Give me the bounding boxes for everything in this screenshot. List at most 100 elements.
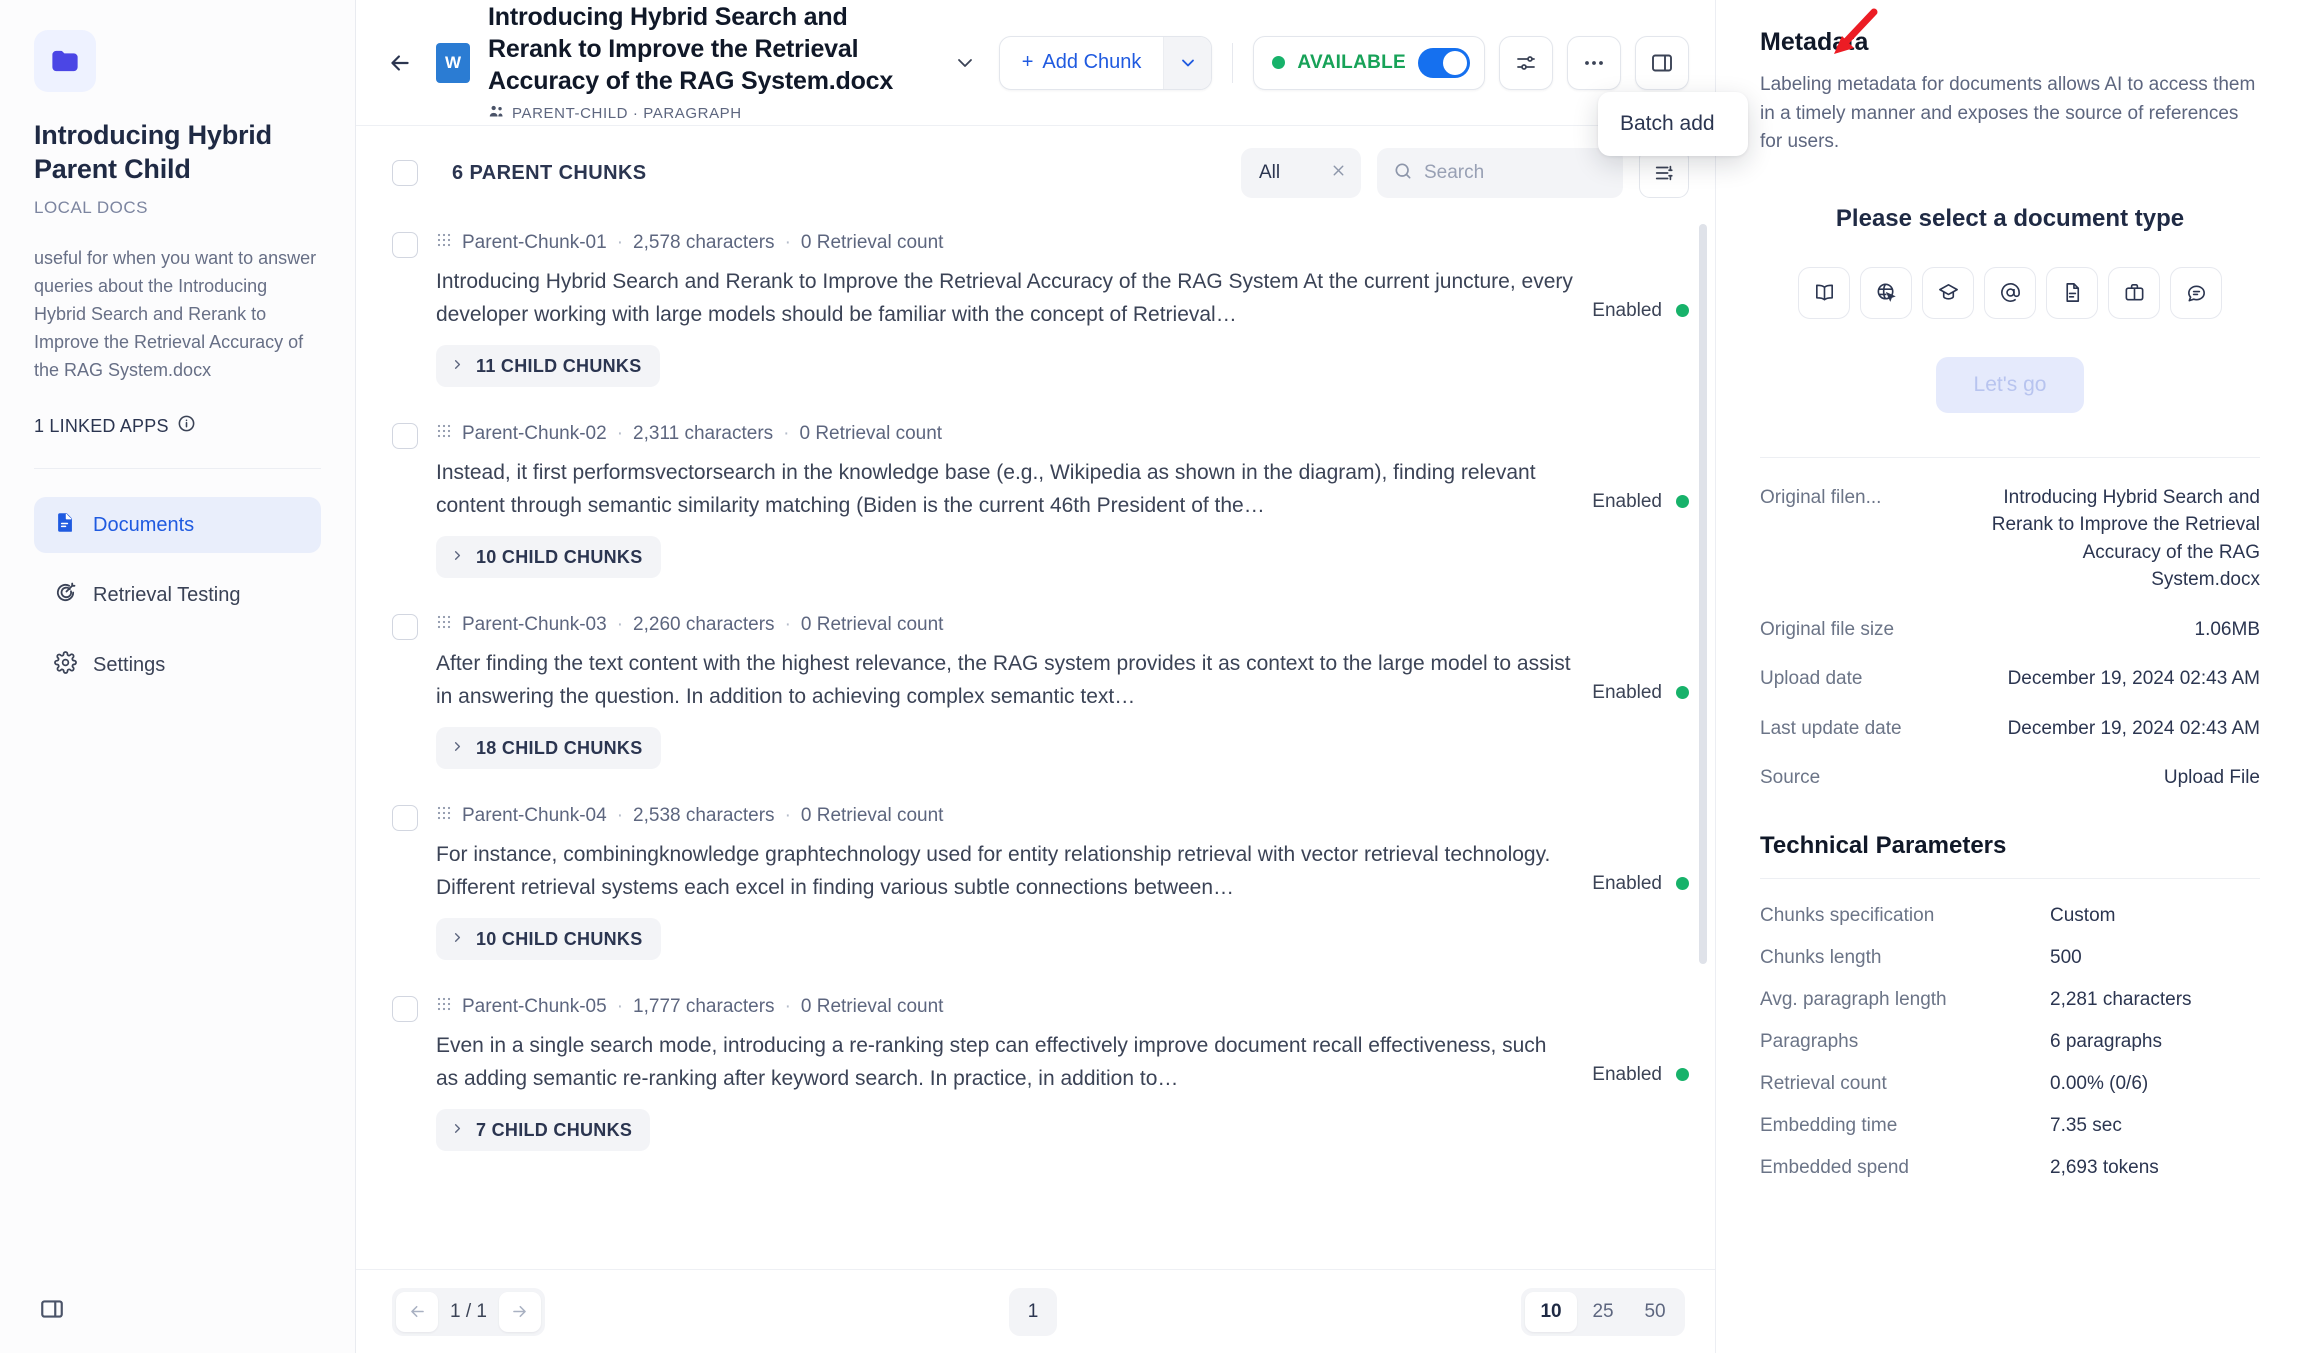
metadata-field-key: Upload date xyxy=(1760,668,1863,690)
chunk-body: Parent-Chunk-02 · 2,311 characters · 0 R… xyxy=(436,423,1574,579)
title-expand-chevron-down-icon[interactable] xyxy=(945,43,985,83)
sidebar-item-settings[interactable]: Settings xyxy=(34,637,321,693)
file-text-icon[interactable] xyxy=(2046,266,2098,319)
at-sign-icon[interactable] xyxy=(1984,266,2036,319)
chunk-retrieval-count: 0 Retrieval count xyxy=(799,423,943,445)
ellipsis-icon[interactable] xyxy=(1567,35,1621,90)
child-chunks-toggle[interactable]: 11 CHILD CHUNKS xyxy=(436,345,660,388)
right-panel-icon[interactable] xyxy=(1635,35,1689,90)
drag-handle-icon[interactable] xyxy=(436,423,452,445)
meta-sep: · xyxy=(784,996,791,1018)
globe-cursor-icon[interactable] xyxy=(1860,266,1912,319)
chunk-item[interactable]: Parent-Chunk-04 · 2,538 characters · 0 R… xyxy=(392,791,1689,982)
prev-page-arrow-left-icon[interactable] xyxy=(396,1291,438,1332)
meta-sep: · xyxy=(784,805,791,827)
child-chunks-toggle[interactable]: 10 CHILD CHUNKS xyxy=(436,536,661,579)
chunk-status[interactable]: Enabled xyxy=(1592,996,1689,1151)
metadata-field: Source Upload File xyxy=(1760,764,2260,792)
drag-handle-icon[interactable] xyxy=(436,805,452,827)
chunk-item[interactable]: Parent-Chunk-01 · 2,578 characters · 0 R… xyxy=(392,218,1689,409)
close-icon[interactable] xyxy=(1330,162,1347,184)
document-subtitle-label: PARENT-CHILD · PARAGRAPH xyxy=(512,105,742,122)
select-all-checkbox[interactable] xyxy=(392,160,418,186)
chunk-checkbox[interactable] xyxy=(392,805,418,832)
meta-sep: · xyxy=(783,423,790,445)
chunk-item[interactable]: Parent-Chunk-03 · 2,260 characters · 0 R… xyxy=(392,600,1689,791)
add-chunk-dropdown-menu[interactable]: Batch add xyxy=(1598,92,1748,156)
chunk-checkbox[interactable] xyxy=(392,423,418,450)
page-size-10[interactable]: 10 xyxy=(1525,1291,1578,1332)
sliders-icon[interactable] xyxy=(1499,35,1553,90)
child-chunks-toggle[interactable]: 7 CHILD CHUNKS xyxy=(436,1109,651,1152)
chunk-list[interactable]: Parent-Chunk-01 · 2,578 characters · 0 R… xyxy=(356,218,1715,1269)
chunk-id: Parent-Chunk-01 xyxy=(462,232,607,253)
drag-handle-icon[interactable] xyxy=(436,232,452,254)
chunk-checkbox[interactable] xyxy=(392,614,418,641)
availability-status: AVAILABLE xyxy=(1253,35,1485,90)
chunk-checkbox[interactable] xyxy=(392,232,418,258)
back-button[interactable] xyxy=(378,41,422,85)
linked-apps[interactable]: 1 LINKED APPS xyxy=(34,414,321,470)
metadata-field-key: Original filen... xyxy=(1760,486,1882,508)
meta-sep: · xyxy=(616,614,624,636)
document-subtitle: PARENT-CHILD · PARAGRAPH xyxy=(488,103,931,124)
drag-handle-icon[interactable] xyxy=(436,614,452,636)
main-panel: W Introducing Hybrid Search and Rerank t… xyxy=(356,0,1716,1353)
chunk-retrieval-count: 0 Retrieval count xyxy=(800,232,944,253)
drag-handle-icon[interactable] xyxy=(436,996,452,1018)
tech-field-key: Chunks specification xyxy=(1760,904,1935,926)
chunk-status[interactable]: Enabled xyxy=(1592,423,1689,578)
book-icon[interactable] xyxy=(1798,266,1850,319)
chunk-body: Parent-Chunk-01 · 2,578 characters · 0 R… xyxy=(436,232,1574,388)
chunk-list-scrollbar[interactable] xyxy=(1699,224,1707,1263)
meta-sep: · xyxy=(784,232,791,253)
page-size-50[interactable]: 50 xyxy=(1629,1292,1681,1332)
chunk-status[interactable]: Enabled xyxy=(1592,614,1689,769)
select-document-type-title: Please select a document type xyxy=(1835,204,2185,232)
add-chunk-chevron-down-icon[interactable] xyxy=(1163,36,1212,89)
chunk-id: Parent-Chunk-05 xyxy=(462,996,607,1018)
menu-item-batch-add[interactable]: Batch add xyxy=(1598,102,1748,146)
chunk-body: Parent-Chunk-04 · 2,538 characters · 0 R… xyxy=(436,805,1574,961)
add-chunk-button[interactable]: + Add Chunk xyxy=(1000,37,1164,89)
search-input[interactable] xyxy=(1424,162,1607,184)
sidebar: Introducing Hybrid Parent Child LOCAL DO… xyxy=(0,0,356,1353)
lets-go-button[interactable]: Let's go xyxy=(1936,356,2084,413)
panel-collapse-icon[interactable] xyxy=(34,1291,70,1327)
chunk-characters: 1,777 characters xyxy=(633,996,775,1018)
briefcase-icon[interactable] xyxy=(2108,266,2160,319)
page-indicator: 1 / 1 xyxy=(450,1300,487,1322)
status-dot-icon xyxy=(1676,495,1689,509)
linked-apps-label: 1 LINKED APPS xyxy=(34,415,169,436)
chunk-status[interactable]: Enabled xyxy=(1592,232,1689,387)
gear-icon xyxy=(54,651,77,680)
page-size-25[interactable]: 25 xyxy=(1577,1292,1629,1332)
chunk-filter-select[interactable]: All xyxy=(1241,148,1361,198)
tech-field-key: Chunks length xyxy=(1760,946,1882,968)
chunk-status[interactable]: Enabled xyxy=(1592,805,1689,960)
scrollbar-thumb[interactable] xyxy=(1699,224,1707,964)
tech-field-key: Embedded spend xyxy=(1760,1156,1909,1178)
chunks-count-label: 6 PARENT CHUNKS xyxy=(452,161,647,184)
chunk-retrieval-count: 0 Retrieval count xyxy=(800,996,944,1018)
document-title-wrap: Introducing Hybrid Search and Rerank to … xyxy=(488,1,931,124)
chunk-item[interactable]: Parent-Chunk-02 · 2,311 characters · 0 R… xyxy=(392,409,1689,600)
info-icon[interactable] xyxy=(177,414,196,438)
tech-field: Chunks specification Custom xyxy=(1760,905,2260,927)
sidebar-item-documents[interactable]: Documents xyxy=(34,497,321,554)
child-chunks-toggle[interactable]: 10 CHILD CHUNKS xyxy=(436,918,661,961)
graduation-cap-icon[interactable] xyxy=(1922,266,1974,319)
search-box[interactable] xyxy=(1377,148,1623,198)
current-page-number[interactable]: 1 xyxy=(1009,1287,1057,1336)
chunk-body: Parent-Chunk-03 · 2,260 characters · 0 R… xyxy=(436,614,1574,770)
child-chunks-toggle[interactable]: 18 CHILD CHUNKS xyxy=(436,727,661,770)
availability-toggle[interactable] xyxy=(1418,47,1470,78)
chunk-item[interactable]: Parent-Chunk-05 · 1,777 characters · 0 R… xyxy=(392,982,1689,1173)
tech-field: Chunks length 500 xyxy=(1760,947,2260,969)
sidebar-item-retrieval-testing[interactable]: Retrieval Testing xyxy=(34,567,321,623)
tech-field: Avg. paragraph length 2,281 characters xyxy=(1760,989,2260,1011)
chunk-checkbox[interactable] xyxy=(392,996,418,1023)
chat-bubble-icon[interactable] xyxy=(2170,266,2222,319)
chunk-characters: 2,538 characters xyxy=(633,805,775,827)
next-page-arrow-right-icon[interactable] xyxy=(498,1291,541,1332)
